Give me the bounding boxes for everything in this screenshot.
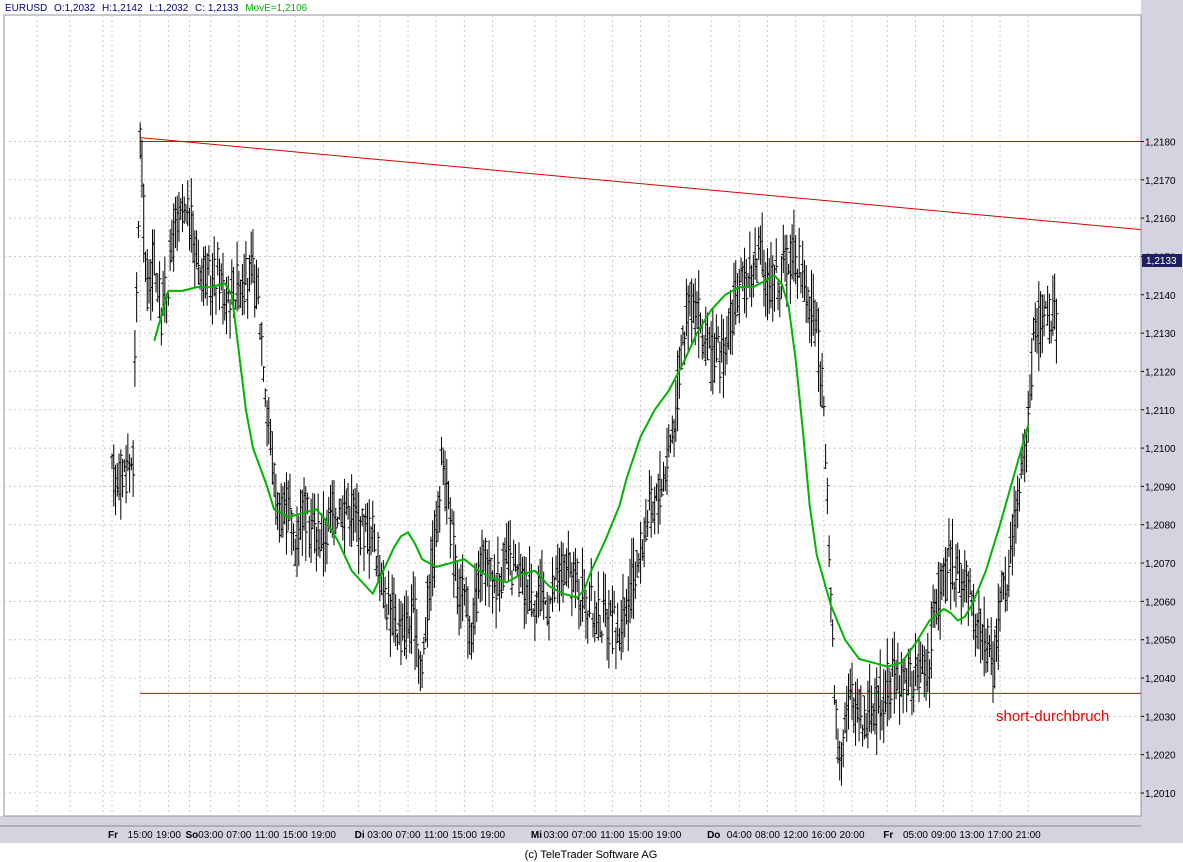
y-tick-label: 1,2010 (1145, 789, 1176, 800)
y-tick-label: 1,2180 (1145, 137, 1176, 148)
plot-area (3, 14, 1142, 817)
x-tick-label: 19:00 (156, 830, 181, 841)
x-tick-label: 07:00 (226, 830, 251, 841)
y-tick-label: 1,2050 (1145, 636, 1176, 647)
y-tick-label: 1,2140 (1145, 291, 1176, 302)
y-tick-label: 1,2120 (1145, 367, 1176, 378)
chart-root: 1,2010 1,2020 1,2030 1,2040 1,2050 1,2060 1,20… (0, 0, 1183, 862)
x-tick-label: 17:00 (988, 830, 1013, 841)
x-tick-label: 07:00 (395, 830, 420, 841)
y-tick-label: 1,2130 (1145, 329, 1176, 340)
x-tick-label: 09:00 (931, 830, 956, 841)
x-tick-label: 11:00 (600, 830, 625, 841)
legend-symbol: EURUSD (5, 3, 47, 14)
x-tick-label: 15:00 (452, 830, 477, 841)
y-tick-label: 1,2020 (1145, 751, 1176, 762)
legend-ma: MovE=1,2106 (245, 3, 307, 14)
x-tick-label: 20:00 (840, 830, 865, 841)
x-tick-label: Do (707, 830, 720, 841)
last-price-label: 1,2133 (1146, 256, 1177, 267)
x-tick-label: 11:00 (424, 830, 449, 841)
y-tick-label: 1,2090 (1145, 482, 1176, 493)
x-tick-label: So (186, 830, 199, 841)
annotation-short-durchbruch: short-durchbruch (996, 708, 1109, 725)
y-tick-label: 1,2110 (1145, 406, 1175, 417)
x-tick-label: Di (355, 830, 365, 841)
y-tick-label: 1,2160 (1145, 214, 1176, 225)
x-tick-label: 16:00 (811, 830, 836, 841)
y-tick-label: 1,2100 (1145, 444, 1176, 455)
y-tick-label: 1,2030 (1145, 712, 1176, 723)
x-tick-label: 03:00 (198, 830, 223, 841)
x-tick-label: 07:00 (572, 830, 597, 841)
x-tick-label: 19:00 (480, 830, 505, 841)
x-tick-label: 12:00 (783, 830, 808, 841)
y-tick-label: 1,2170 (1145, 176, 1176, 187)
x-tick-label: 15:00 (283, 830, 308, 841)
x-tick-label: 03:00 (544, 830, 569, 841)
x-tick-label: Fr (108, 830, 118, 841)
y-tick-label: 1,2080 (1145, 521, 1176, 532)
x-tick-label: 03:00 (367, 830, 392, 841)
x-tick-label: 08:00 (755, 830, 780, 841)
x-tick-label: 19:00 (656, 830, 681, 841)
legend-high: H:1,2142 (102, 3, 143, 14)
legend-close: C: 1,2133 (195, 3, 239, 14)
x-tick-label: Mi (531, 830, 542, 841)
y-tick-label: 1,2060 (1145, 597, 1176, 608)
chart-svg: 1,2010 1,2020 1,2030 1,2040 1,2050 1,2060 1,20… (0, 0, 1183, 862)
x-tick-label: 04:00 (727, 830, 752, 841)
axis-frame-bottom (0, 816, 1183, 826)
x-tick-label: 11:00 (255, 830, 280, 841)
x-tick-label: 19:00 (311, 830, 336, 841)
x-tick-label: 21:00 (1016, 830, 1041, 841)
legend-low: L:1,2032 (149, 3, 188, 14)
x-tick-label: 13:00 (959, 830, 984, 841)
x-tick-label: 15:00 (628, 830, 653, 841)
x-tick-label: 15:00 (128, 830, 153, 841)
x-tick-label: 05:00 (903, 830, 928, 841)
legend-open: O:1,2032 (54, 3, 96, 14)
copyright: (c) TeleTrader Software AG (525, 849, 658, 861)
x-tick-label: Fr (883, 830, 893, 841)
y-tick-label: 1,2040 (1145, 674, 1176, 685)
y-tick-label: 1,2070 (1145, 559, 1176, 570)
